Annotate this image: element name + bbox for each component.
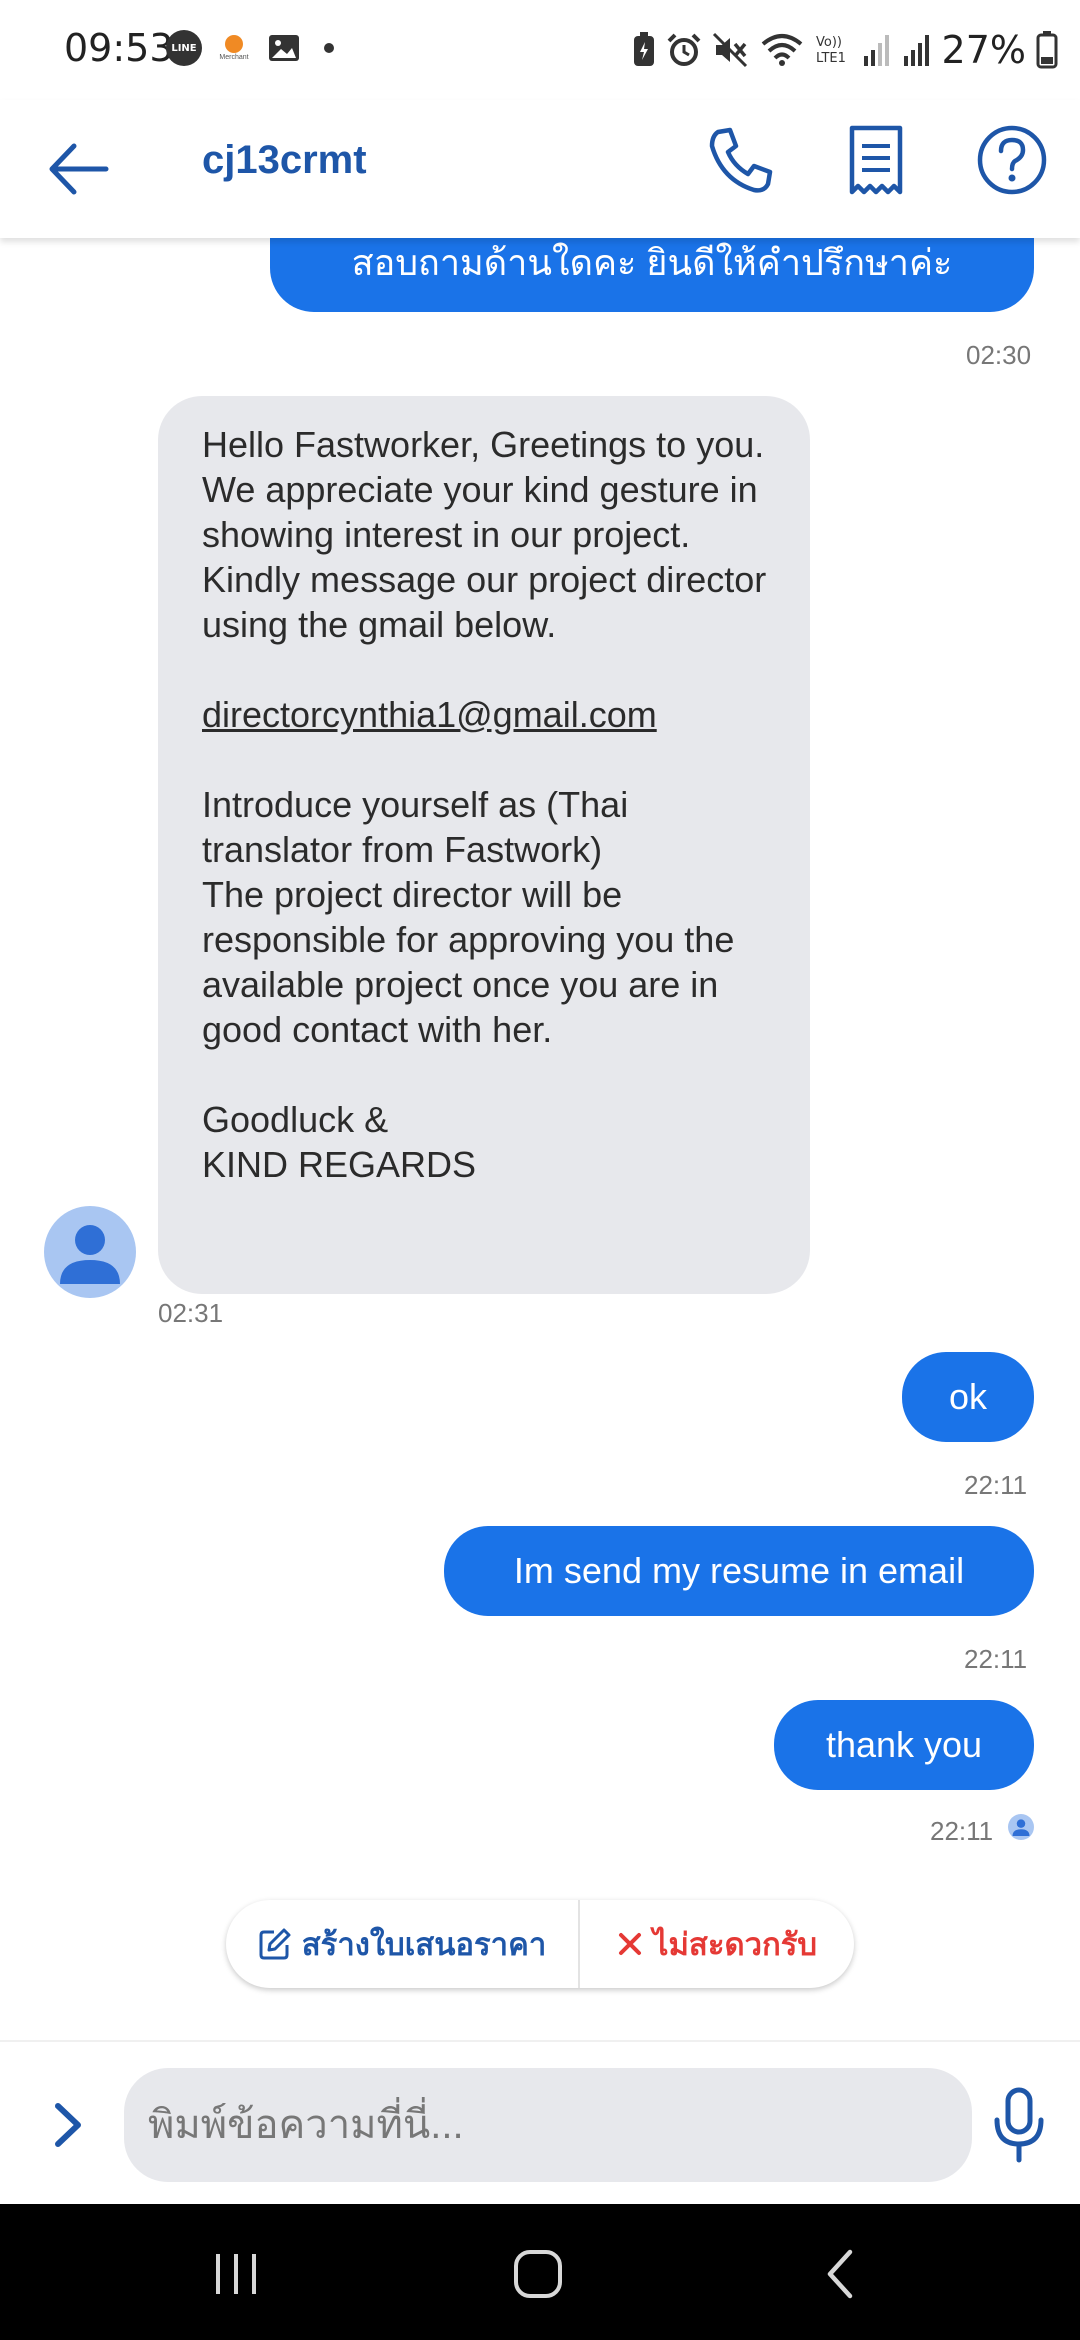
- message-time: 02:31: [158, 1298, 224, 1328]
- decline-label: ไม่สะดวกรับ: [652, 1927, 818, 1962]
- sender-avatar[interactable]: [44, 1206, 136, 1298]
- help-icon[interactable]: [974, 122, 1050, 198]
- user-icon: [1012, 1819, 1030, 1837]
- phone-icon[interactable]: [704, 122, 780, 198]
- message-line: Kindly message our project director usin…: [202, 559, 767, 645]
- line-app-icon: LINE: [166, 30, 202, 66]
- wifi-icon: [761, 34, 802, 66]
- message-time: 02:30: [966, 340, 1032, 370]
- outgoing-message[interactable]: thank you: [774, 1700, 1034, 1790]
- decline-button[interactable]: ไม่สะดวกรับ: [580, 1900, 854, 1988]
- outgoing-message[interactable]: สอบถามด้านใดคะ ยินดีให้คำปรึกษาค่ะ: [270, 238, 1034, 312]
- email-link[interactable]: directorcynthia1@gmail.com: [202, 694, 657, 735]
- svg-text:Vo)): Vo)): [816, 35, 842, 50]
- message-time: 22:11: [964, 1470, 1028, 1500]
- volte-icon: Vo)) LTE1: [816, 35, 846, 66]
- recents-icon[interactable]: [206, 2244, 266, 2304]
- system-navigation-bar: [0, 2204, 1080, 2340]
- svg-text:LTE1: LTE1: [816, 51, 846, 66]
- outgoing-message[interactable]: Im send my resume in email: [444, 1526, 1034, 1616]
- message-line: KIND REGARDS: [202, 1144, 477, 1185]
- status-time: 09:53: [64, 26, 174, 70]
- receipt-icon[interactable]: [838, 122, 914, 198]
- create-quote-button[interactable]: สร้างใบเสนอราคา: [226, 1900, 580, 1988]
- more-notifications-dot: [324, 43, 334, 53]
- incoming-message[interactable]: Hello Fastworker, Greetings to you. We a…: [158, 396, 810, 1294]
- system-icons: Vo)) LTE1 27%: [632, 28, 1058, 72]
- message-line: We appreciate your kind gesture in showi…: [202, 469, 758, 555]
- home-icon[interactable]: [508, 2244, 568, 2304]
- alarm-icon: [667, 33, 700, 66]
- message-line: Hello Fastworker, Greetings to you.: [202, 424, 765, 465]
- chevron-right-icon[interactable]: [46, 2100, 90, 2150]
- notification-icons: LINE Merchant: [166, 30, 334, 66]
- quick-actions: สร้างใบเสนอราคา ไม่สะดวกรับ: [226, 1900, 854, 1988]
- microphone-icon[interactable]: [990, 2086, 1048, 2166]
- status-bar: 09:53 LINE Merchant Vo)) LTE1 27%: [0, 0, 1080, 100]
- gallery-icon: [269, 35, 299, 61]
- edit-icon: [259, 1928, 291, 1960]
- user-icon: [60, 1225, 120, 1284]
- create-quote-label: สร้างใบเสนอราคา: [301, 1927, 547, 1962]
- chat-header: cj13crmt: [0, 100, 1080, 238]
- message-input[interactable]: [124, 2068, 972, 2182]
- chat-title: cj13crmt: [202, 138, 367, 182]
- back-arrow-icon[interactable]: [44, 134, 114, 204]
- mute-icon: [712, 32, 747, 68]
- outgoing-message[interactable]: ok: [902, 1352, 1034, 1442]
- signal-icon-1: [863, 35, 889, 66]
- battery-saver-icon: [633, 32, 654, 66]
- read-receipt-avatar: [1008, 1814, 1034, 1840]
- message-line: Goodluck &: [202, 1099, 389, 1140]
- message-line: Introduce yourself as (Thai translator f…: [202, 784, 629, 870]
- close-icon: [618, 1933, 641, 1955]
- message-time: 22:11: [930, 1816, 994, 1846]
- chat-messages[interactable]: สอบถามด้านใดคะ ยินดีให้คำปรึกษาค่ะ 02:30…: [0, 238, 1080, 2038]
- nav-back-icon[interactable]: [812, 2244, 872, 2304]
- battery-percent: 27%: [941, 28, 1026, 72]
- signal-icon-2: [903, 35, 929, 66]
- message-time: 22:11: [964, 1644, 1028, 1674]
- merchant-app-icon: Merchant: [216, 30, 252, 66]
- battery-icon: [1036, 31, 1058, 69]
- message-composer: [0, 2040, 1080, 2204]
- message-line: The project director will be responsible…: [202, 874, 735, 1050]
